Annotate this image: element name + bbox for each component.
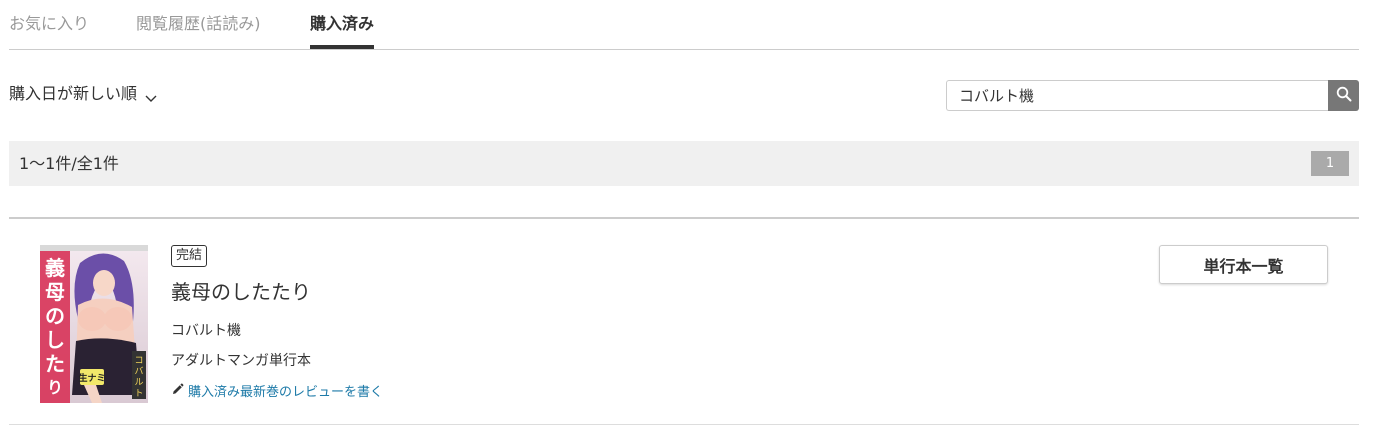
svg-text:ト: ト — [134, 389, 143, 399]
result-bar: 1〜1件/全1件 1 — [9, 141, 1359, 186]
svg-text:た: た — [45, 352, 65, 376]
search-input[interactable] — [946, 80, 1328, 111]
svg-text:コ: コ — [134, 356, 143, 366]
tab-history[interactable]: 閲覧履歴(話読み) — [136, 13, 261, 35]
svg-text:し: し — [45, 328, 65, 352]
sort-label: 購入日が新しい順 — [9, 84, 138, 103]
sort-dropdown[interactable]: 購入日が新しい順 — [9, 83, 157, 105]
book-genre[interactable]: アダルトマンガ単行本 — [171, 351, 311, 371]
page-number-button[interactable]: 1 — [1311, 151, 1349, 176]
svg-text:の: の — [45, 304, 65, 328]
volumes-list-button[interactable]: 単行本一覧 — [1159, 245, 1328, 284]
chevron-down-icon — [145, 88, 157, 102]
tab-favorites[interactable]: お気に入り — [9, 13, 89, 35]
svg-text:バ: バ — [134, 366, 143, 377]
purchased-page: お気に入り 閲覧履歴(話読み) 購入済み 購入日が新しい順 1〜1件/全1件 1 — [0, 0, 1373, 438]
status-badge: 完結 — [171, 245, 208, 267]
divider — [9, 217, 1359, 219]
cover-title-glyph: 義 — [45, 256, 65, 280]
search-icon — [1336, 86, 1352, 106]
write-review-label: 購入済み最新巻のレビューを書く — [188, 384, 384, 400]
divider — [9, 424, 1359, 425]
search-box — [946, 80, 1359, 111]
svg-text:母: 母 — [45, 280, 65, 304]
book-author[interactable]: コバルト機 — [171, 321, 241, 341]
search-button[interactable] — [1328, 80, 1359, 111]
svg-text:り: り — [47, 378, 63, 397]
book-title[interactable]: 義母のしたたり — [171, 278, 311, 306]
result-count: 1〜1件/全1件 — [19, 154, 119, 173]
write-review-link[interactable]: 購入済み最新巻のレビューを書く — [171, 383, 383, 402]
book-cover[interactable]: 義 母 の し た り 生ナミ コ バ ル ト — [40, 245, 148, 403]
svg-text:ル: ル — [134, 378, 143, 388]
tab-purchased[interactable]: 購入済み — [310, 13, 375, 49]
pencil-icon — [171, 383, 184, 402]
cover-sticker-label: 生ナミ — [78, 372, 105, 384]
tab-bar: お気に入り 閲覧履歴(話読み) 購入済み — [9, 0, 1359, 50]
